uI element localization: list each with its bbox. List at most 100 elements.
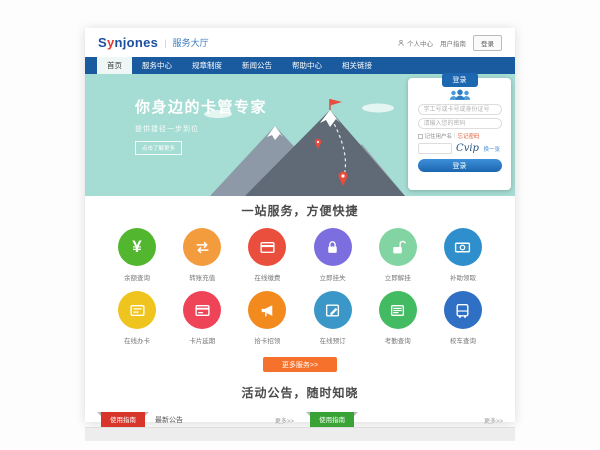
captcha-image[interactable]: Cvip — [455, 143, 481, 154]
services-title: 一站服务，方便快捷 — [85, 202, 515, 219]
nav-item-news[interactable]: 新闻公告 — [232, 57, 282, 74]
captcha-row: Cvip 换一张 — [418, 143, 502, 154]
more-link[interactable]: 更多>> — [484, 416, 503, 427]
service-label: 在线办卡 — [109, 335, 165, 345]
user-guide-label: 用户指南 — [440, 38, 466, 48]
banknote-icon — [454, 239, 471, 256]
remember-divider: | — [454, 133, 455, 139]
logo-text-rest: njones — [115, 35, 159, 50]
logo-text: S — [98, 35, 107, 50]
main-nav: 首页 服务中心 规章制度 新闻公告 帮助中心 相关链接 — [85, 57, 515, 74]
nav-item-rules[interactable]: 规章制度 — [182, 57, 232, 74]
hero-subtitle: 提供捷径一步到位 — [135, 124, 267, 134]
more-services-button[interactable]: 更多服务>> — [263, 357, 337, 372]
panel-header: 使用指南 最新公告 更多>> — [97, 412, 294, 427]
remember-checkbox[interactable] — [418, 134, 423, 139]
service-transfer-recharge[interactable]: 转账充值 — [174, 228, 230, 282]
hero-banner: 你身边的卡管专家 提供捷径一步到位 点击了解更多 登录 — [85, 74, 515, 196]
services-row-2: 在线办卡 卡片延期 拾卡招领 在线预订 考勤查询 — [85, 291, 515, 345]
user-guide-link[interactable]: 用户指南 — [440, 38, 466, 48]
pencil-icon — [324, 302, 341, 319]
service-online-booking[interactable]: 在线预订 — [305, 291, 361, 345]
hero-text-block: 你身边的卡管专家 提供捷径一步到位 点击了解更多 — [135, 96, 267, 155]
login-tab[interactable]: 登录 — [442, 73, 478, 87]
logo-accent: y — [107, 35, 115, 50]
services-row-1: ¥ 余额查询 转账充值 在线缴费 立即挂失 立即解挂 — [85, 228, 515, 282]
captcha-input[interactable] — [418, 143, 452, 154]
login-submit-button[interactable]: 登录 — [418, 159, 502, 172]
hero-cta-button[interactable]: 点击了解更多 — [135, 141, 182, 155]
person-icon — [397, 39, 405, 47]
announcements-title: 活动公告，随时知晓 — [85, 384, 515, 401]
forgot-password-link[interactable]: 忘记密码 — [457, 132, 479, 140]
header-divider: | — [164, 38, 166, 48]
announcements-section: 活动公告，随时知晓 使用指南 最新公告 更多>> 使用指南 更多>> — [85, 384, 515, 441]
nav-item-service-center[interactable]: 服务中心 — [132, 57, 182, 74]
service-label: 立即解挂 — [370, 272, 426, 282]
service-attendance-inquiry[interactable]: 考勤查询 — [370, 291, 426, 345]
service-balance-inquiry[interactable]: ¥ 余额查询 — [109, 228, 165, 282]
panel-body-strip — [85, 427, 515, 441]
service-label: 在线缴费 — [239, 272, 295, 282]
service-online-card[interactable]: 在线办卡 — [109, 291, 165, 345]
nav-item-help-center[interactable]: 帮助中心 — [282, 57, 332, 74]
announcement-panel-right: 使用指南 更多>> — [306, 412, 503, 427]
transfer-arrows-icon — [194, 239, 211, 256]
flag-icon — [330, 99, 342, 106]
megaphone-icon — [259, 302, 276, 319]
nav-item-home[interactable]: 首页 — [97, 57, 132, 74]
yen-icon: ¥ — [132, 237, 141, 257]
usage-guide-ribbon[interactable]: 使用指南 — [310, 412, 354, 428]
logo[interactable]: Synjones — [98, 35, 158, 50]
cloud-icon — [362, 104, 394, 113]
service-label: 校车查询 — [435, 335, 491, 345]
more-link[interactable]: 更多>> — [275, 416, 294, 427]
personal-center-link[interactable]: 个人中心 — [397, 38, 433, 48]
service-subsidy-collection[interactable]: 补助领取 — [435, 228, 491, 282]
site-name: 服务大厅 — [173, 36, 209, 49]
service-label: 余额查询 — [109, 272, 165, 282]
service-card-extension[interactable]: 卡片延期 — [174, 291, 230, 345]
latest-announcements-tab[interactable]: 最新公告 — [155, 415, 183, 427]
service-label: 立即挂失 — [305, 272, 361, 282]
login-form: 记住用户名 | 忘记密码 Cvip 换一张 登录 — [408, 78, 511, 172]
header-links: 个人中心 用户指南 登录 — [397, 35, 502, 51]
service-label: 拾卡招领 — [239, 335, 295, 345]
bus-icon — [454, 302, 471, 319]
username-input[interactable] — [418, 104, 502, 115]
service-label: 补助领取 — [435, 272, 491, 282]
webpage: Synjones | 服务大厅 个人中心 用户指南 登录 首页 服务中心 规章制… — [85, 28, 515, 422]
service-school-bus-inquiry[interactable]: 校车查询 — [435, 291, 491, 345]
service-label: 卡片延期 — [174, 335, 230, 345]
service-label: 在线预订 — [305, 335, 361, 345]
unlock-icon — [389, 239, 406, 256]
service-label: 转账充值 — [174, 272, 230, 282]
login-panel: 登录 记住用户名 | 忘记密码 — [408, 78, 511, 190]
panel-header: 使用指南 更多>> — [306, 412, 503, 427]
site-header: Synjones | 服务大厅 个人中心 用户指南 登录 — [85, 28, 515, 57]
service-unlock[interactable]: 立即解挂 — [370, 228, 426, 282]
header-login-button[interactable]: 登录 — [473, 35, 502, 51]
service-label: 考勤查询 — [370, 335, 426, 345]
announcement-panels: 使用指南 最新公告 更多>> 使用指南 更多>> — [85, 412, 515, 427]
nav-item-links[interactable]: 相关链接 — [332, 57, 382, 74]
card-icon — [129, 302, 146, 319]
password-input[interactable] — [418, 118, 502, 129]
credit-card-icon — [259, 239, 276, 256]
remember-row: 记住用户名 | 忘记密码 — [418, 132, 502, 140]
remember-label: 记住用户名 — [425, 132, 453, 140]
services-section: 一站服务，方便快捷 ¥ 余额查询 转账充值 在线缴费 立即挂失 — [85, 196, 515, 372]
personal-center-label: 个人中心 — [407, 38, 433, 48]
announcement-panel-left: 使用指南 最新公告 更多>> — [97, 412, 294, 427]
list-icon — [389, 302, 406, 319]
service-report-loss[interactable]: 立即挂失 — [305, 228, 361, 282]
card-icon — [194, 302, 211, 319]
hero-title: 你身边的卡管专家 — [135, 96, 267, 117]
users-icon — [448, 88, 472, 101]
service-online-payment[interactable]: 在线缴费 — [239, 228, 295, 282]
lock-icon — [324, 239, 341, 256]
service-lost-card-claim[interactable]: 拾卡招领 — [239, 291, 295, 345]
usage-guide-ribbon[interactable]: 使用指南 — [101, 412, 145, 428]
screenshot-canvas: Synjones | 服务大厅 个人中心 用户指南 登录 首页 服务中心 规章制… — [0, 0, 600, 450]
change-captcha-link[interactable]: 换一张 — [484, 145, 501, 153]
